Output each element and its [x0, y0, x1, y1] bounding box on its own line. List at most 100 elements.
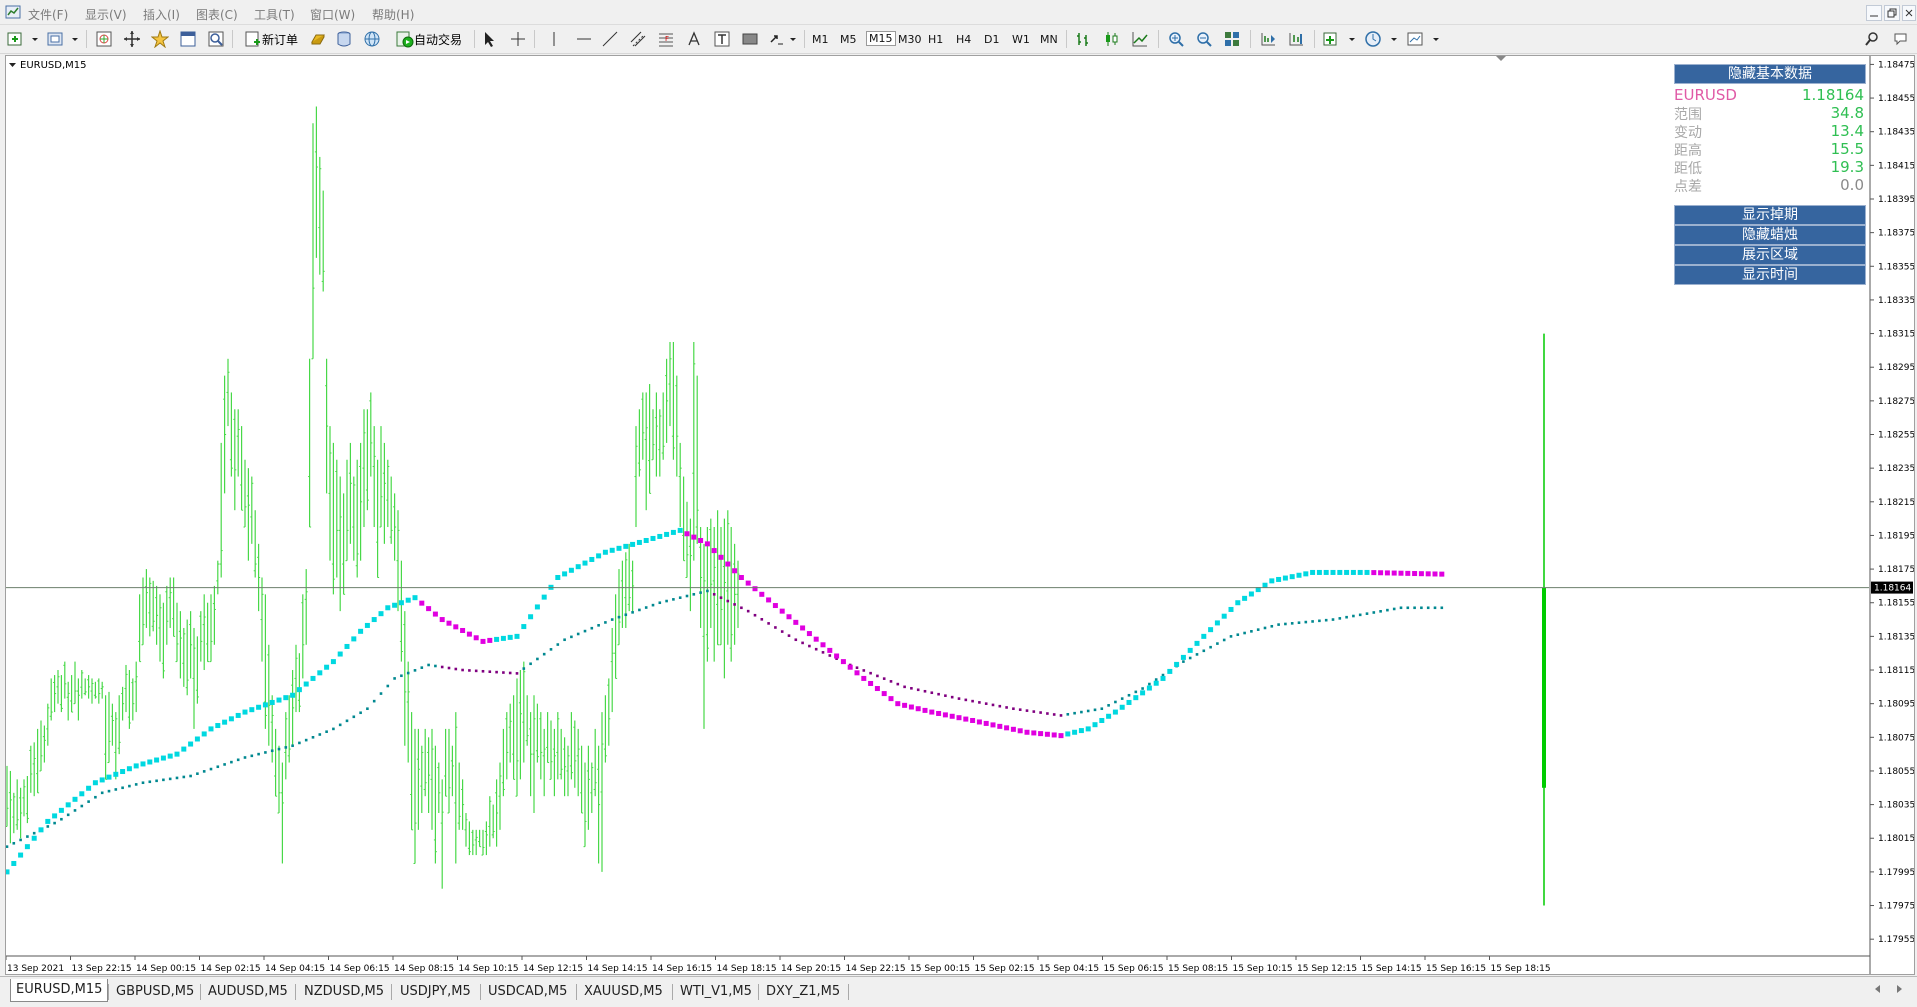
- show-time-button[interactable]: 显示时间: [1674, 265, 1866, 285]
- menu-tools[interactable]: 工具(T): [254, 6, 295, 23]
- fast-ma-dot: [772, 603, 778, 609]
- fast-ma-dot: [1160, 675, 1166, 681]
- arrows-tool[interactable]: [768, 29, 798, 49]
- timeframe-m5[interactable]: M5: [840, 33, 857, 46]
- menu-window[interactable]: 窗口(W): [310, 6, 355, 23]
- rectangle-tool[interactable]: [740, 29, 760, 49]
- slow-ma-dot: [1413, 606, 1416, 610]
- fibonacci-tool[interactable]: F: [656, 29, 676, 49]
- tester-button[interactable]: [206, 29, 226, 49]
- chart-shift-marker-icon[interactable]: [1496, 56, 1506, 61]
- menu-charts[interactable]: 图表(C): [196, 6, 238, 23]
- zoom-out-button[interactable]: [1194, 29, 1214, 49]
- timeframe-mn[interactable]: MN: [1040, 33, 1058, 46]
- y-tick-label: 1.18415: [1878, 161, 1914, 171]
- timeframe-h4[interactable]: H4: [956, 33, 971, 46]
- tab-scroll-left-icon[interactable]: [1872, 983, 1882, 995]
- fast-ma-dot: [18, 852, 24, 858]
- gold-button[interactable]: [308, 29, 328, 49]
- menu-view[interactable]: 显示(V): [85, 6, 127, 23]
- text-label-tool[interactable]: [712, 29, 732, 49]
- slow-ma-dot: [298, 741, 301, 745]
- hide-basic-data-button[interactable]: 隐藏基本数据: [1674, 64, 1866, 84]
- info-range-label: 范围: [1674, 107, 1702, 123]
- zoom-in-button[interactable]: [1166, 29, 1186, 49]
- timeframe-w1[interactable]: W1: [1012, 33, 1030, 46]
- tab-xauusd-m5[interactable]: XAUUSD,M5: [584, 982, 663, 1002]
- tab-usdjpy-m5[interactable]: USDJPY,M5: [400, 982, 471, 1002]
- hide-candles-button[interactable]: 隐藏蜡烛: [1674, 225, 1866, 245]
- text-tool[interactable]: [684, 29, 704, 49]
- fast-ma-dot: [793, 619, 799, 625]
- slow-ma-dot: [1365, 612, 1369, 615]
- market-button[interactable]: [362, 29, 382, 49]
- tab-wti-v1-m5[interactable]: WTI_V1,M5: [680, 982, 752, 1002]
- chart-shift-button[interactable]: [1258, 29, 1278, 49]
- show-zones-button[interactable]: 展示区域: [1674, 245, 1866, 265]
- new-order-button[interactable]: 新订单: [240, 29, 302, 49]
- crosshair-tool[interactable]: [508, 29, 528, 49]
- slow-ma-dot: [182, 775, 186, 779]
- cursor-tool[interactable]: [480, 29, 500, 49]
- minimize-button[interactable]: [1866, 5, 1882, 21]
- templates-button[interactable]: [1406, 29, 1442, 49]
- fibonacci-icon: F: [659, 33, 673, 47]
- slow-ma-dot: [760, 618, 764, 621]
- tab-dxy-z1-m5[interactable]: DXY_Z1,M5: [766, 982, 840, 1002]
- close-button[interactable]: [1902, 5, 1916, 21]
- fast-ma-dot: [86, 785, 92, 791]
- tab-gbpusd-m5[interactable]: GBPUSD,M5: [116, 982, 194, 1002]
- timeframe-m15[interactable]: M15: [866, 31, 896, 46]
- x-tick-label: 14 Sep 18:15: [717, 964, 777, 974]
- navigator-button[interactable]: [122, 29, 142, 49]
- candlestick-button[interactable]: [1102, 29, 1122, 49]
- auto-scroll-button[interactable]: [1286, 29, 1306, 49]
- slow-ma-dot: [19, 838, 22, 842]
- bar-chart-button[interactable]: [1074, 29, 1094, 49]
- x-tick-label: 14 Sep 12:15: [523, 964, 583, 974]
- x-tick-label: 15 Sep 06:15: [1104, 964, 1164, 974]
- price-chart[interactable]: 1.18475 1.18455 1.18435 1.18415 1.18395 1.183…: [6, 56, 1914, 974]
- restore-button[interactable]: [1884, 5, 1900, 21]
- timeframe-d1[interactable]: D1: [984, 33, 999, 46]
- menu-file[interactable]: 文件(F): [28, 6, 68, 23]
- search-button[interactable]: [1862, 29, 1882, 49]
- indicators-button[interactable]: [1322, 29, 1358, 49]
- new-chart-button[interactable]: [6, 29, 40, 49]
- menu-help[interactable]: 帮助(H): [372, 6, 414, 23]
- signals-button[interactable]: [334, 29, 354, 49]
- profiles-button[interactable]: [46, 29, 80, 49]
- line-chart-button[interactable]: [1130, 29, 1150, 49]
- slow-ma-dot: [488, 670, 492, 674]
- slow-ma-dot: [1154, 678, 1158, 681]
- tab-eurusd-m15[interactable]: EURUSD,M15: [10, 979, 109, 1002]
- favorites-button[interactable]: [150, 29, 170, 49]
- price-marker: 1.18164: [1871, 581, 1913, 594]
- horizontal-line-tool[interactable]: [574, 29, 594, 49]
- chat-button[interactable]: [1892, 29, 1912, 49]
- show-swap-button[interactable]: 显示掉期: [1674, 205, 1866, 225]
- trendline-tool[interactable]: [600, 29, 620, 49]
- channel-tool[interactable]: [628, 29, 648, 49]
- timeframe-m1[interactable]: M1: [812, 33, 829, 46]
- slow-ma-dot: [1392, 607, 1396, 611]
- tab-audusd-m5[interactable]: AUDUSD,M5: [208, 982, 288, 1002]
- market-watch-button[interactable]: [94, 29, 114, 49]
- auto-trading-button[interactable]: 自动交易: [390, 29, 468, 49]
- menu-insert[interactable]: 插入(I): [143, 6, 180, 23]
- chart-window[interactable]: 1.18475 1.18455 1.18435 1.18415 1.18395 1.183…: [5, 55, 1915, 975]
- vertical-line-tool[interactable]: [544, 29, 564, 49]
- fast-ma-dot: [534, 604, 540, 610]
- fast-ma-dot: [167, 753, 173, 759]
- tab-nzdusd-m5[interactable]: NZDUSD,M5: [304, 982, 384, 1002]
- timeframe-m30[interactable]: M30: [898, 33, 922, 46]
- tab-scroll-right-icon[interactable]: [1895, 983, 1905, 995]
- tab-usdcad-m5[interactable]: USDCAD,M5: [488, 982, 567, 1002]
- periods-button[interactable]: [1364, 29, 1400, 49]
- slow-ma-dot: [155, 779, 158, 783]
- timeframe-h1[interactable]: H1: [928, 33, 943, 46]
- fast-ma-dot: [1038, 731, 1044, 737]
- terminal-button[interactable]: [178, 29, 198, 49]
- tile-windows-button[interactable]: [1222, 29, 1242, 49]
- slow-ma-dot: [1352, 614, 1355, 618]
